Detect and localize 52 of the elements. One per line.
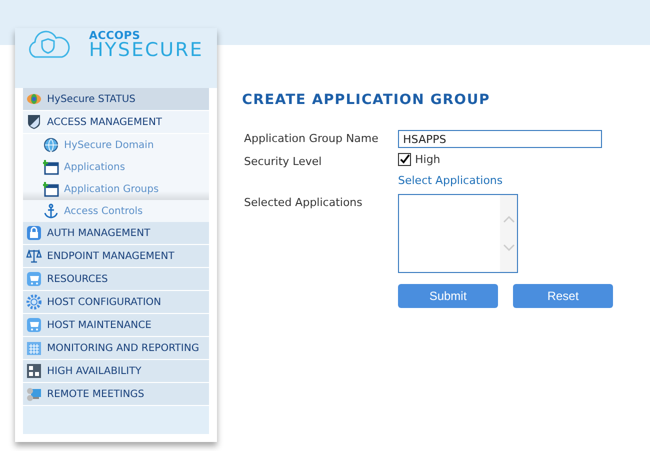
blocks-icon [26, 363, 42, 379]
menu-section[interactable]: ENDPOINT MANAGEMENT [23, 245, 209, 268]
scrollbar[interactable] [500, 195, 517, 272]
anchor-icon [43, 203, 59, 219]
menu-section[interactable]: HOST MAINTENANCE [23, 314, 209, 337]
menu-section[interactable]: REMOTE MEETINGS [23, 383, 209, 406]
menu-section-label: HOST MAINTENANCE [47, 320, 152, 330]
menu-section[interactable]: HOST CONFIGURATION [23, 291, 209, 314]
scroll-down-icon[interactable] [502, 244, 514, 252]
select-applications-link[interactable]: Select Applications [398, 173, 503, 189]
field-label: Selected Applications [243, 195, 364, 211]
menu-section[interactable]: ACCESS MANAGEMENT [23, 111, 209, 134]
menu-section-label: ACCESS MANAGEMENT [47, 116, 162, 128]
menu-section[interactable]: AUTH MANAGEMENT [23, 222, 209, 245]
menu-section[interactable]: RESOURCES [23, 268, 209, 291]
menu-section-label: MONITORING AND REPORTING [47, 342, 200, 354]
menu-item-label: HySecure Domain [64, 140, 154, 150]
page-title: CREATE APPLICATION GROUP [242, 92, 492, 108]
menu-section-label: HIGH AVAILABILITY [47, 366, 142, 376]
logo-product: HYSECURE [89, 41, 204, 60]
scales-icon [26, 248, 42, 264]
menu-section-label: HOST CONFIGURATION [47, 296, 162, 308]
menu-item-label: Application Groups [64, 184, 159, 194]
orb-icon [26, 91, 42, 107]
menu-section-label: AUTH MANAGEMENT [47, 228, 150, 238]
menu-section-label: ENDPOINT MANAGEMENT [47, 250, 174, 262]
field-label: Security Level [243, 154, 323, 170]
gear-icon [26, 294, 42, 310]
menu-section[interactable]: MONITORING AND REPORTING [23, 337, 209, 360]
menu-section-label: RESOURCES [47, 274, 108, 284]
scroll-up-icon[interactable] [502, 215, 514, 224]
checkbox[interactable] [398, 153, 411, 166]
menu-section-label: REMOTE MEETINGS [47, 388, 144, 400]
cart-icon [26, 271, 42, 287]
selected-applications-list[interactable] [398, 194, 518, 273]
group-name-field[interactable]: HSAPPS [398, 130, 602, 148]
computer-icon [26, 386, 42, 402]
checkbox-label: High [415, 153, 440, 166]
window-icon [43, 181, 59, 197]
shield-icon [26, 114, 42, 130]
menu-item-label: Applications [64, 162, 126, 172]
cart-icon [26, 317, 42, 333]
menu-section[interactable]: HIGH AVAILABILITY [23, 360, 209, 383]
logo-brand: ACCOPS [89, 30, 140, 41]
field-label: Application Group Name [243, 131, 380, 147]
window-icon [43, 159, 59, 175]
calendar-icon [26, 340, 42, 356]
menu-section[interactable]: HySecure STATUS [23, 88, 209, 111]
menu-section-label: HySecure STATUS [47, 94, 136, 104]
globe-icon [43, 137, 59, 153]
lock-icon [26, 225, 42, 241]
menu-item-label: Access Controls [64, 206, 143, 216]
